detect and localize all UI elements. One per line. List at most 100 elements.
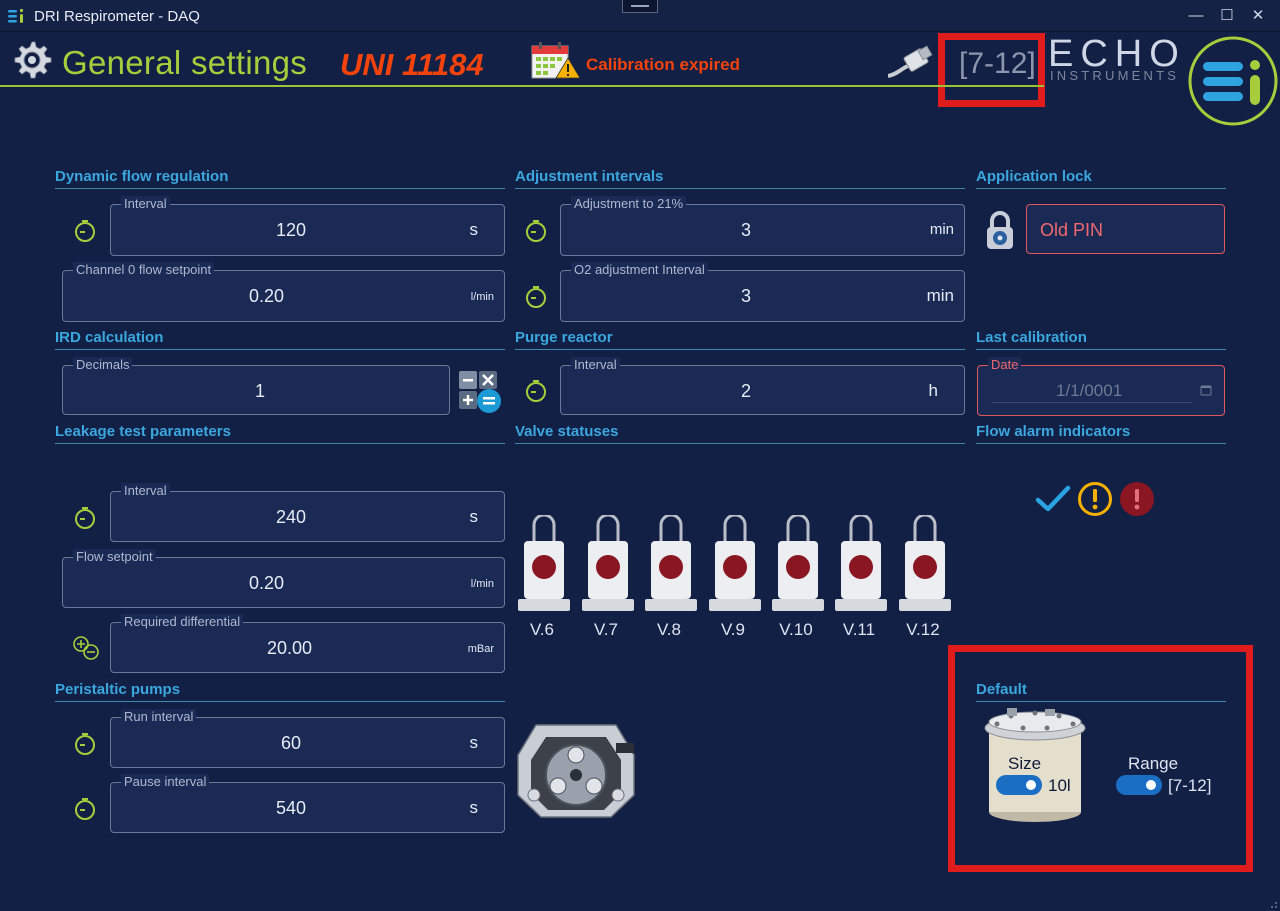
valve-item[interactable]: V.9: [709, 513, 761, 640]
section-purge-reactor: Purge reactor: [515, 329, 965, 350]
valve-list: V.6 V.7 V.8 V.9 V.10 V.11 V.12: [518, 513, 958, 640]
window-drag-handle[interactable]: [622, 0, 658, 13]
field-label: O2 adjustment Interval: [571, 262, 708, 278]
calibration-status: Calibration expired: [586, 55, 740, 74]
field-unit: min: [926, 286, 954, 305]
pin-placeholder: Old PIN: [1040, 220, 1104, 240]
timer-icon: [75, 220, 95, 242]
pause-interval-field[interactable]: Pause interval 540 s: [110, 774, 505, 833]
header-divider: [0, 85, 1044, 87]
error-icon: [1120, 482, 1154, 516]
valve-label: V.10: [779, 620, 813, 639]
valve-label: V.9: [721, 620, 745, 639]
network-cable-icon: [888, 45, 933, 78]
field-unit: min: [929, 221, 954, 238]
valve-item[interactable]: V.12: [899, 513, 951, 640]
field-label: Adjustment to 21%: [571, 196, 687, 212]
required-differential-field[interactable]: Required differential 20.00 mBar: [110, 614, 505, 673]
valve-label: V.6: [530, 620, 554, 639]
calendar-icon[interactable]: [1200, 384, 1212, 396]
channel0-flow-setpoint-field[interactable]: Channel 0 flow setpoint 0.20 l/min: [62, 262, 505, 322]
section-adjustment-intervals: Adjustment intervals: [515, 168, 965, 189]
valve-item[interactable]: V.7: [582, 513, 634, 640]
adjustment-21-field[interactable]: Adjustment to 21% 3 min: [560, 196, 965, 256]
window-title: DRI Respirometer - DAQ: [34, 8, 200, 25]
field-label: Flow setpoint: [73, 549, 156, 565]
field-label: Pause interval: [121, 774, 210, 790]
minimize-button[interactable]: —: [1184, 6, 1208, 26]
standard-badge: UNI 11184: [340, 47, 484, 82]
valve-icon: [835, 513, 887, 611]
field-label: Date: [988, 357, 1022, 372]
timer-icon: [526, 220, 546, 242]
section-valve-statuses: Valve statuses: [515, 423, 965, 444]
dynamic-flow-interval-field[interactable]: Interval 120 s: [110, 196, 505, 256]
peristaltic-pump-icon: [517, 724, 635, 818]
timer-icon: [75, 733, 95, 755]
calculator-icon[interactable]: [458, 370, 502, 414]
padlock-icon: [987, 211, 1013, 249]
highlight-box-range: [938, 33, 1045, 107]
page-title: General settings: [62, 44, 308, 81]
size-toggle[interactable]: [996, 775, 1042, 795]
field-label: Decimals: [73, 357, 133, 373]
field-unit: h: [928, 381, 938, 400]
leakage-flow-setpoint-field[interactable]: Flow setpoint 0.20 l/min: [62, 549, 505, 608]
field-unit: l/min: [470, 578, 494, 590]
size-label: Size: [1008, 754, 1042, 773]
close-button[interactable]: ✕: [1246, 6, 1270, 26]
field-label: Interval: [121, 483, 170, 499]
field-unit: mBar: [467, 643, 494, 655]
valve-item[interactable]: V.11: [835, 513, 887, 640]
timer-icon: [526, 286, 546, 308]
plus-minus-icon: [73, 636, 99, 660]
field-label: Run interval: [121, 709, 197, 725]
range-toggle[interactable]: [1116, 775, 1162, 795]
field-value: 0.20: [249, 286, 285, 306]
valve-item[interactable]: V.6: [518, 513, 570, 640]
field-unit: s: [469, 798, 479, 817]
maximize-button[interactable]: ☐: [1215, 6, 1239, 26]
field-unit: l/min: [470, 291, 494, 303]
run-interval-field[interactable]: Run interval 60 s: [110, 709, 505, 768]
valve-item[interactable]: V.8: [645, 513, 697, 640]
field-unit: s: [469, 507, 479, 526]
valve-icon: [518, 513, 570, 611]
calibration-date-field[interactable]: Date 1/1/0001: [977, 357, 1225, 416]
field-value: 3: [741, 286, 752, 306]
section-last-calibration: Last calibration: [976, 329, 1226, 350]
size-value: 10l: [1048, 776, 1071, 795]
brand-instruments: INSTRUMENTS: [1050, 68, 1180, 83]
field-value: 20.00: [267, 638, 313, 658]
range-label: Range: [1128, 754, 1179, 773]
pin-input[interactable]: Old PIN: [1026, 204, 1225, 254]
field-value: 540: [276, 798, 307, 818]
section-peristaltic-pumps: Peristaltic pumps: [55, 681, 505, 702]
field-value: 3: [741, 220, 752, 240]
echo-logo-icon: [1188, 36, 1278, 126]
gear-icon[interactable]: [10, 38, 54, 82]
valve-label: V.7: [594, 620, 618, 639]
valve-item[interactable]: V.10: [772, 513, 824, 640]
field-unit: s: [469, 220, 479, 239]
ird-decimals-field[interactable]: Decimals 1: [62, 357, 450, 415]
checkmark-icon: [1035, 485, 1071, 512]
field-label: Interval: [571, 357, 620, 373]
valve-icon: [772, 513, 824, 611]
field-value: 60: [281, 733, 302, 753]
purge-interval-field[interactable]: Interval 2 h: [560, 357, 965, 415]
o2-adjustment-interval-field[interactable]: O2 adjustment Interval 3 min: [560, 262, 965, 322]
valve-icon: [645, 513, 697, 611]
valve-label: V.12: [906, 620, 940, 639]
date-underline: [992, 402, 1192, 403]
field-value: 120: [276, 220, 307, 240]
valve-label: V.11: [842, 620, 876, 639]
date-value: 1/1/0001: [1056, 381, 1123, 400]
leakage-interval-field[interactable]: Interval 240 s: [110, 483, 505, 542]
timer-icon: [75, 798, 95, 820]
field-label: Interval: [121, 196, 170, 212]
section-dynamic-flow: Dynamic flow regulation: [55, 168, 505, 189]
resize-grip-icon[interactable]: [1268, 899, 1278, 909]
field-label: Required differential: [121, 614, 244, 630]
field-value: 1: [255, 381, 266, 401]
